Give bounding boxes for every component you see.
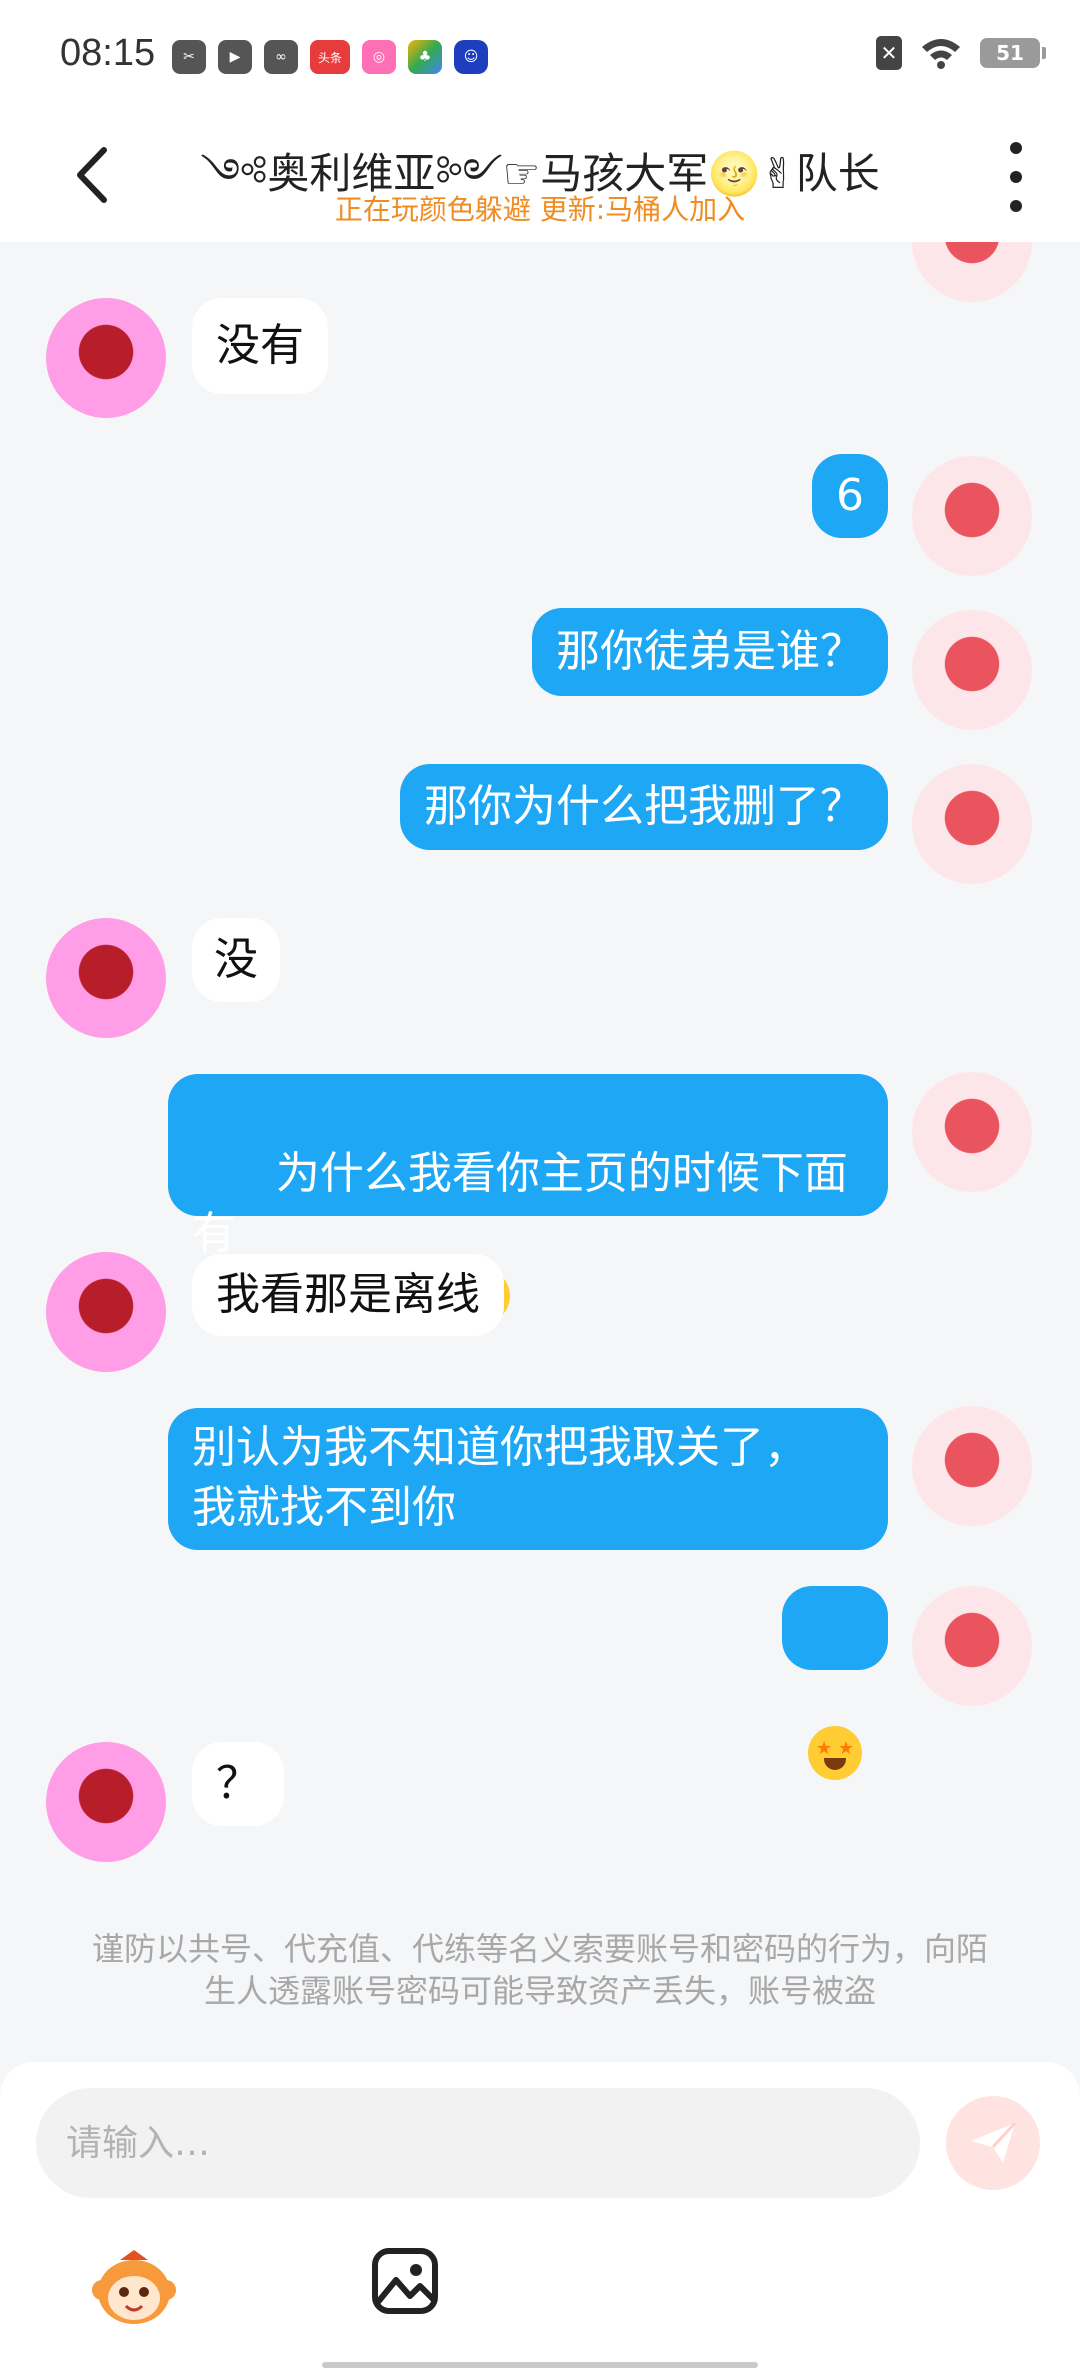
incoming-message-bubble[interactable]: 没	[192, 918, 280, 1002]
home-indicator[interactable]	[322, 2362, 758, 2368]
contact-avatar[interactable]	[46, 918, 166, 1038]
status-app-icons: ✂ ▶ ∞ 头条 ◎ ♣ ☺	[172, 40, 488, 74]
status-indicators: ✕ 51	[876, 36, 1046, 70]
chat-status-subtitle: 正在玩颜色躲避 更新:马桶人加入	[334, 193, 746, 226]
outgoing-message-bubble[interactable]: 为什么我看你主页的时候下面有 个加好友呀？	[168, 1074, 888, 1323]
status-bar: 08:15 ✂ ▶ ∞ 头条 ◎ ♣ ☺ ✕ 51	[0, 0, 1080, 110]
my-avatar[interactable]	[912, 1406, 1032, 1526]
my-avatar[interactable]	[912, 456, 1032, 576]
toutiao-app-icon: 头条	[310, 40, 350, 74]
outgoing-message-bubble[interactable]: 那你为什么把我删了？	[400, 764, 888, 850]
my-avatar[interactable]	[912, 242, 1032, 302]
outgoing-message-bubble[interactable]: ★ ★	[782, 1586, 888, 1780]
contact-avatar[interactable]	[46, 298, 166, 418]
status-time: 08:15	[60, 32, 156, 74]
battery-indicator: 51	[980, 38, 1046, 68]
incoming-message-bubble[interactable]: 没有	[192, 298, 328, 394]
my-avatar[interactable]	[912, 610, 1032, 730]
contact-avatar[interactable]	[46, 1252, 166, 1372]
scissors-app-icon: ✂	[172, 40, 206, 74]
monkey-sticker-icon[interactable]	[90, 2242, 178, 2330]
no-sim-icon: ✕	[876, 36, 902, 70]
play-app-icon: ▶	[218, 40, 252, 74]
contact-avatar[interactable]	[46, 1742, 166, 1862]
my-avatar[interactable]	[912, 764, 1032, 884]
leaf-app-icon: ∞	[264, 40, 298, 74]
outgoing-message-bubble[interactable]: 6	[812, 454, 888, 538]
incoming-message-bubble[interactable]: 我看那是离线	[192, 1254, 504, 1336]
message-list[interactable]: 没有 6 那你徒弟是谁？ 那你为什么把我删了？ 没 为什么我看你主页的时候下面有…	[0, 242, 1080, 2062]
game-center-app-icon: ♣	[408, 40, 442, 74]
star-struck-emoji: ★ ★	[808, 1726, 862, 1780]
message-input[interactable]	[36, 2088, 920, 2198]
image-icon[interactable]	[370, 2246, 440, 2316]
send-button[interactable]	[946, 2096, 1040, 2190]
chat-header: ༺奥利维亚༻☞马孩大军🌝✌队长 正在玩颜色躲避 更新:马桶人加入	[0, 110, 1080, 242]
my-avatar[interactable]	[912, 1072, 1032, 1192]
back-arrow-icon[interactable]	[66, 140, 126, 210]
security-warning: 谨防以共号、代充值、代练等名义索要账号和密码的行为，向陌生人透露账号密码可能导致…	[91, 1930, 988, 2010]
input-panel	[0, 2062, 1080, 2376]
paper-plane-icon	[971, 2121, 1017, 2163]
robot-app-icon: ☺	[454, 40, 488, 74]
outgoing-message-bubble[interactable]: 那你徒弟是谁？	[532, 608, 888, 696]
wifi-icon	[922, 39, 960, 69]
outgoing-message-bubble[interactable]: 别认为我不知道你把我取关了， 我就找不到你	[168, 1408, 888, 1550]
more-options-icon[interactable]	[996, 142, 1036, 212]
incoming-message-bubble[interactable]: ？	[192, 1742, 284, 1826]
pink-app-icon: ◎	[362, 40, 396, 74]
my-avatar[interactable]	[912, 1586, 1032, 1706]
chat-screen: 08:15 ✂ ▶ ∞ 头条 ◎ ♣ ☺ ✕ 51 ༺奥利维亚༻☞马孩大军🌝✌队…	[0, 0, 1080, 2376]
